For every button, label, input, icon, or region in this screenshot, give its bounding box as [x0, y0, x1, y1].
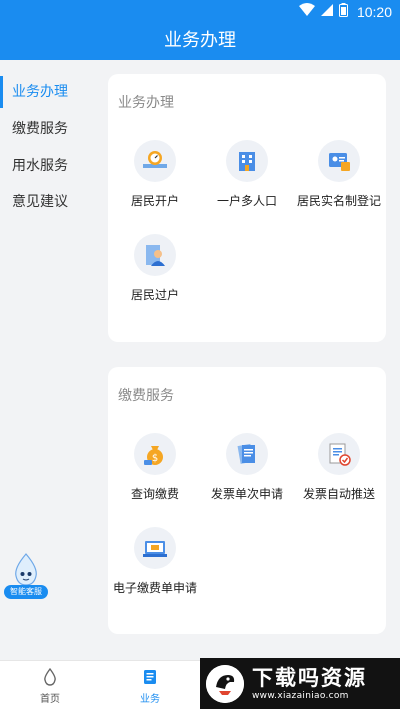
tile-transfer[interactable]: 居民过户	[108, 234, 202, 314]
tile-multi-person[interactable]: 一户多人口	[200, 140, 294, 220]
tile-realname[interactable]: 居民实名制登记	[292, 140, 386, 220]
smart-assistant-button[interactable]: 智能客服	[4, 552, 48, 602]
building-icon	[226, 140, 268, 182]
nav-label: 首页	[40, 694, 60, 705]
tile-e-bill[interactable]: 电子缴费单申请	[108, 527, 202, 607]
sidebar-item-label: 意见建议	[12, 194, 68, 210]
sidebar-item-water[interactable]: 用水服务	[0, 148, 100, 184]
tile-label: 发票自动推送	[302, 487, 375, 501]
sidebar-item-label: 用水服务	[12, 158, 68, 174]
water-meter-icon	[134, 140, 176, 182]
auto-invoice-icon	[318, 433, 360, 475]
app-bar: 业务办理	[0, 22, 400, 60]
payment-card: 缴费服务 $ 查询缴费 发票单次申请 发票自动推送 电子缴费单申请	[108, 367, 386, 634]
water-drop-icon	[44, 667, 56, 686]
battery-icon	[338, 3, 348, 21]
svg-text:$: $	[152, 453, 158, 464]
nav-home[interactable]: 首页	[20, 661, 80, 709]
document-stack-icon	[144, 670, 156, 684]
sidebar-item-label: 缴费服务	[12, 121, 68, 137]
sidebar-item-payment[interactable]: 缴费服务	[0, 111, 100, 147]
section-title: 缴费服务	[118, 388, 174, 404]
status-bar: 10:20	[0, 0, 400, 22]
tile-query-payment[interactable]: $ 查询缴费	[108, 433, 202, 513]
id-card-icon	[318, 140, 360, 182]
watermark-title: 下载吗资源	[252, 666, 367, 690]
wifi-icon	[298, 3, 315, 21]
section-title: 业务办理	[118, 95, 174, 111]
tile-resident-account[interactable]: 居民开户	[108, 140, 202, 220]
status-time: 10:20	[356, 4, 392, 20]
signal-icon	[320, 3, 334, 21]
assistant-label: 智能客服	[4, 585, 48, 599]
tile-label: 居民过户	[130, 288, 179, 302]
nav-label: 业务	[140, 694, 160, 705]
invoice-icon	[226, 433, 268, 475]
money-bag-icon: $	[134, 433, 176, 475]
bird-logo-icon	[206, 665, 244, 703]
e-bill-icon	[134, 527, 176, 569]
tile-invoice-single[interactable]: 发票单次申请	[200, 433, 294, 513]
water-drop-mascot-icon	[15, 553, 37, 586]
sidebar-item-business[interactable]: 业务办理	[0, 74, 100, 110]
nav-business[interactable]: 业务	[120, 661, 180, 709]
watermark: 下载吗资源 www.xiazainiao.com	[200, 658, 400, 709]
tile-label: 居民实名制登记	[296, 194, 381, 208]
status-icons: 10:20	[298, 3, 392, 21]
tile-label: 电子缴费单申请	[112, 581, 197, 595]
transfer-user-icon	[134, 234, 176, 276]
sidebar-item-label: 业务办理	[12, 84, 68, 100]
page-title: 业务办理	[164, 30, 236, 51]
watermark-url: www.xiazainiao.com	[252, 691, 349, 701]
business-card: 业务办理 居民开户 一户多人口 居民实名制登记 居民过户	[108, 74, 386, 342]
sidebar-item-feedback[interactable]: 意见建议	[0, 184, 100, 220]
tile-invoice-auto[interactable]: 发票自动推送	[292, 433, 386, 513]
